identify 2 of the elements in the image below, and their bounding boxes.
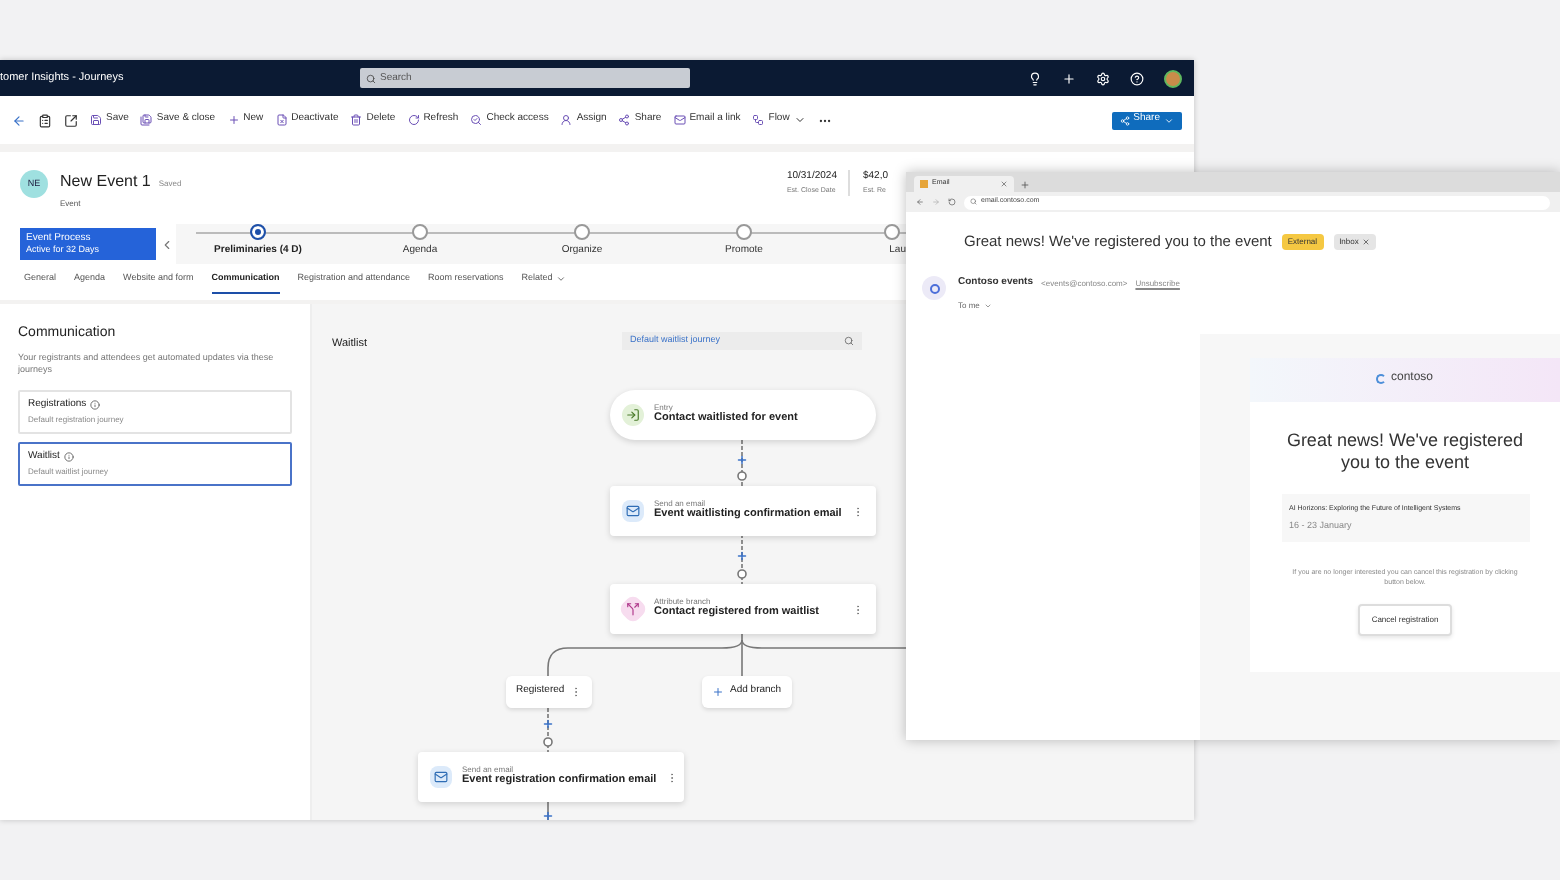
record-title: New Event 1 — [60, 170, 151, 194]
email-heading: Great news! We've registered you to the event — [1285, 429, 1525, 475]
